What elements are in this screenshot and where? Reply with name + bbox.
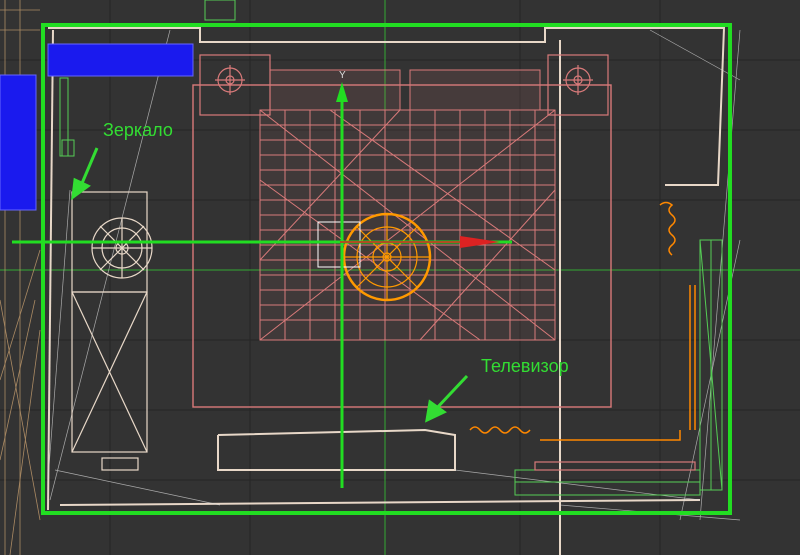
ceiling-light[interactable] bbox=[342, 212, 432, 302]
window-blue-left bbox=[0, 74, 37, 211]
annotation-mirror: Зеркало bbox=[103, 120, 173, 140]
axis-y-label: Y bbox=[339, 70, 346, 81]
window-blue-top bbox=[47, 43, 194, 77]
bed-wireframe bbox=[259, 69, 556, 341]
tv-arrow bbox=[425, 374, 469, 423]
annotation-tv: Телевизор bbox=[481, 356, 569, 376]
mirror-arrow bbox=[71, 147, 99, 201]
viewport-3d[interactable]: Y Зеркало Телевизор bbox=[0, 0, 800, 555]
scene-svg bbox=[0, 0, 800, 555]
